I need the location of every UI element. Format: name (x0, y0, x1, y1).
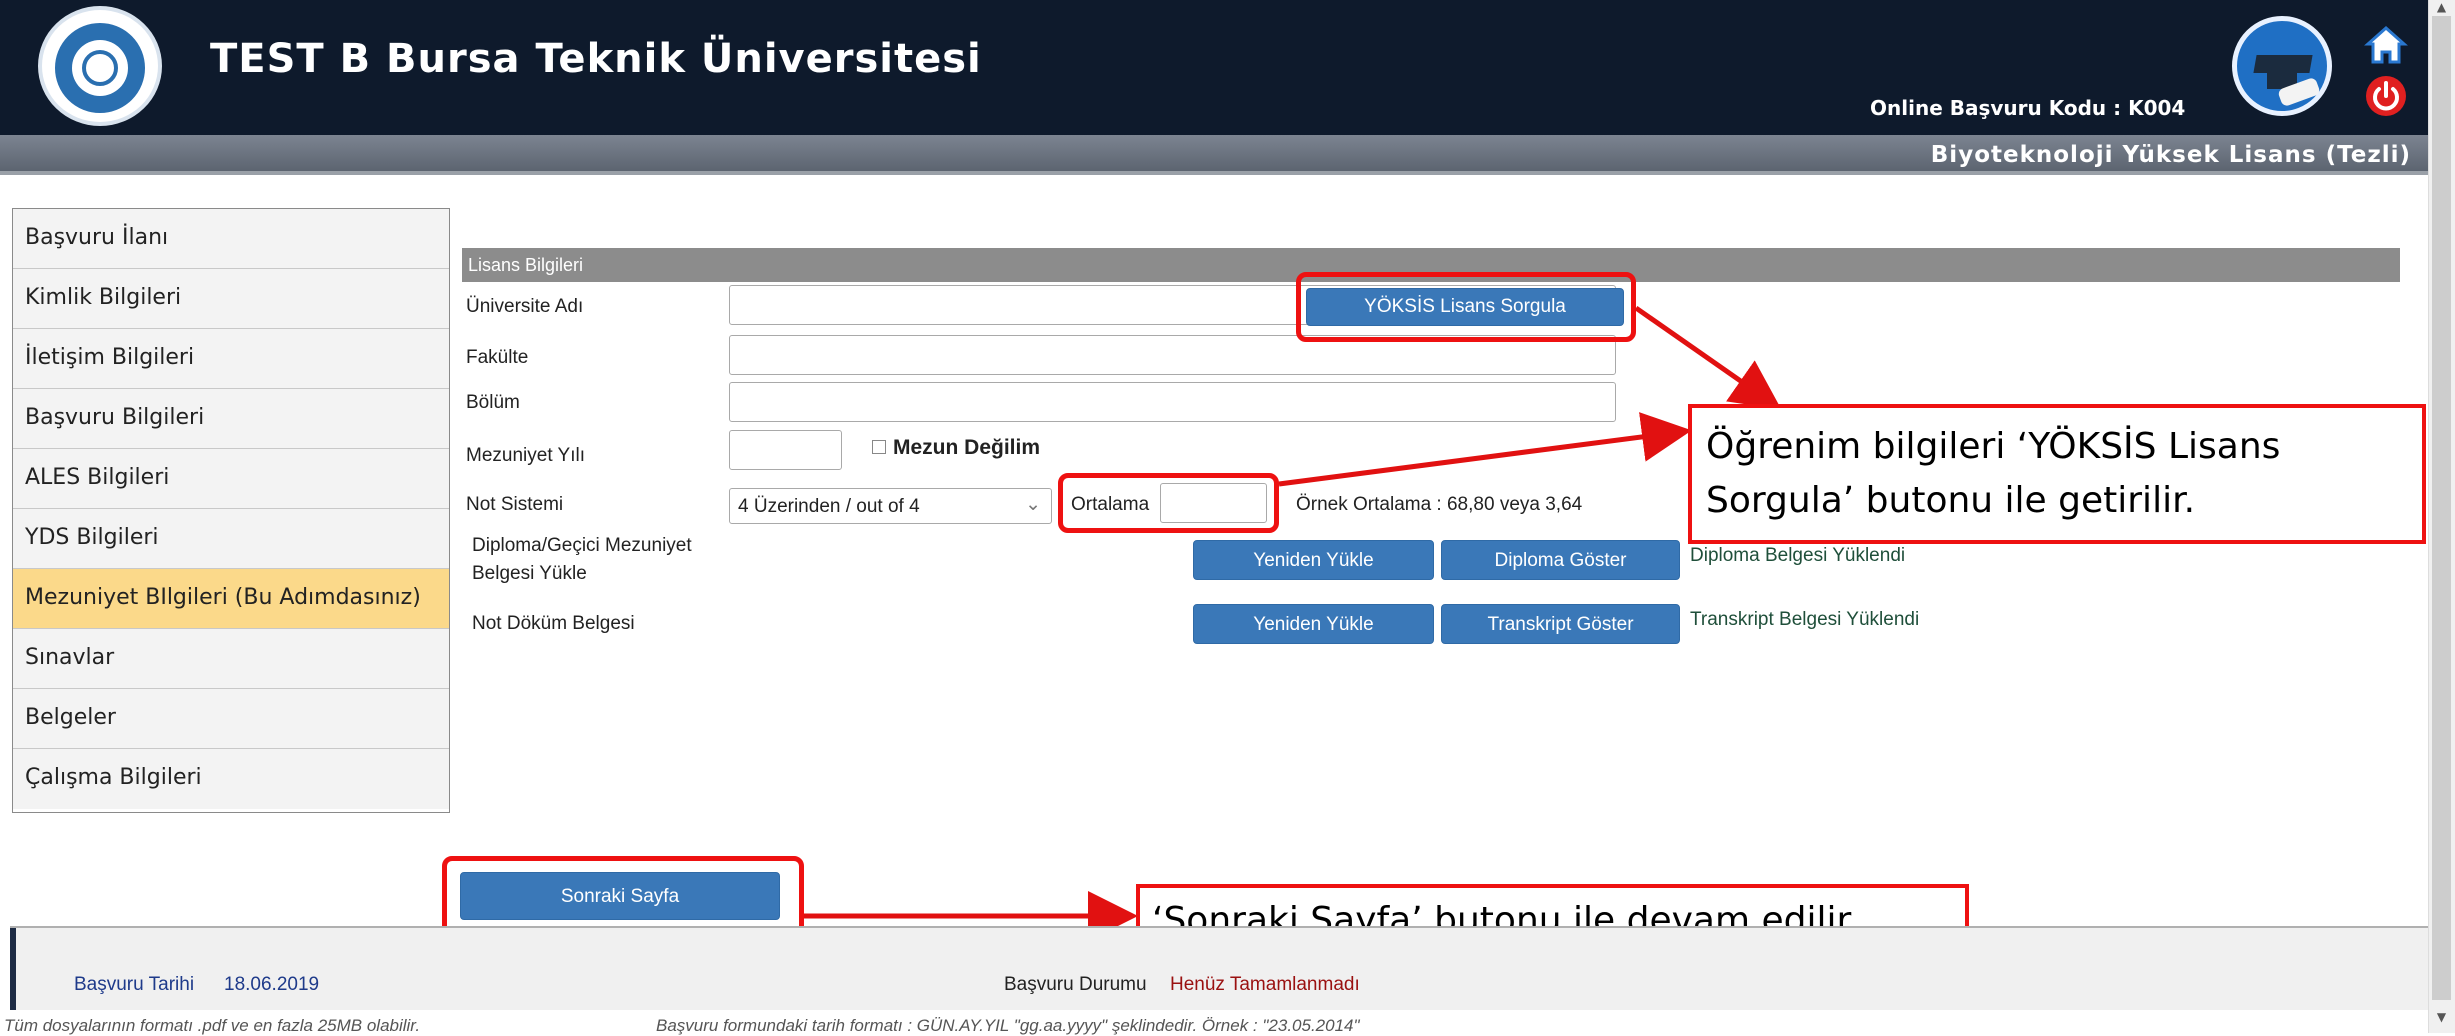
transcript-status: Transkript Belgesi Yüklendi (1690, 609, 1920, 630)
application-date-label: Başvuru Tarihi (74, 974, 195, 995)
yoksis-callout-line1: Öğrenim bilgileri ‘YÖKSİS Lisans (1706, 426, 2281, 467)
university-title: TEST B Bursa Teknik Üniversitesi (210, 36, 982, 82)
application-code: Online Başvuru Kodu : K004 (1870, 96, 2186, 120)
date-format-note: Başvuru formundaki tarih formatı : GÜN.A… (656, 1016, 1360, 1035)
application-status-label: Başvuru Durumu (1004, 974, 1147, 995)
sidebar-item-calisma[interactable]: Çalışma Bilgileri (13, 749, 449, 809)
diploma-show-button[interactable]: Diploma Göster (1441, 540, 1680, 580)
sidebar-item-kimlik[interactable]: Kimlik Bilgileri (13, 269, 449, 329)
yoksis-callout-line2: Sorgula’ butonu ile getirilir. (1706, 480, 2196, 521)
not-graduated-label: Mezun Değilim (893, 436, 1041, 459)
yoksis-highlight (1296, 272, 1636, 342)
sidebar-item-basvuru-ilani[interactable]: Başvuru İlanı (13, 209, 449, 269)
sidebar-item-basvuru-bilgileri[interactable]: Başvuru Bilgileri (13, 389, 449, 449)
sidebar-item-belgeler[interactable]: Belgeler (13, 689, 449, 749)
scroll-thumb[interactable] (2432, 16, 2451, 1000)
not-graduated-checkbox[interactable] (872, 440, 886, 454)
diploma-label-line1: Diploma/Geçici Mezuniyet (472, 535, 692, 556)
grade-system-label: Not Sistemi (466, 494, 564, 515)
application-date-value: 18.06.2019 (224, 974, 320, 995)
scroll-down-icon[interactable]: ▼ (2432, 1010, 2451, 1026)
graduation-cap-icon (2232, 16, 2332, 116)
university-label: Üniversite Adı (466, 296, 584, 317)
sidebar-item-ales[interactable]: ALES Bilgileri (13, 449, 449, 509)
footer (10, 928, 2428, 1010)
yoksis-callout: Öğrenim bilgileri ‘YÖKSİS Lisans Sorgula… (1688, 404, 2426, 544)
grad-year-label: Mezuniyet Yılı (466, 445, 585, 466)
faculty-label: Fakülte (466, 347, 529, 368)
sidebar-menu: Başvuru İlanı Kimlik Bilgileri İletişim … (12, 208, 450, 813)
average-highlight (1058, 473, 1279, 533)
power-icon[interactable] (2364, 74, 2408, 118)
transcript-show-button[interactable]: Transkript Göster (1441, 604, 1680, 644)
grade-system-select[interactable]: 4 Üzerinden / out of 4 ⌄ (729, 488, 1052, 524)
reupload-diploma-button[interactable]: Yeniden Yükle (1193, 540, 1434, 580)
grade-system-value: 4 Üzerinden / out of 4 (738, 496, 920, 517)
diploma-status: Diploma Belgesi Yüklendi (1690, 545, 1906, 566)
next-highlight (442, 856, 804, 936)
home-icon[interactable] (2364, 24, 2408, 68)
grad-year-input[interactable] (729, 430, 842, 470)
sidebar-item-yds[interactable]: YDS Bilgileri (13, 509, 449, 569)
university-logo (38, 6, 162, 126)
reupload-transcript-button[interactable]: Yeniden Yükle (1193, 604, 1434, 644)
application-status-value: Henüz Tamamlanmadı (1170, 974, 1360, 995)
file-format-note: Tüm dosyalarının formatı .pdf ve en fazl… (4, 1016, 421, 1035)
average-example: Örnek Ortalama : 68,80 veya 3,64 (1296, 494, 1583, 515)
sidebar-item-mezuniyet[interactable]: Mezuniyet BIlgileri (Bu Adımdasınız) (13, 569, 449, 629)
program-name: Biyoteknoloji Yüksek Lisans (Tezli) (1930, 142, 2411, 168)
sidebar-item-sinavlar[interactable]: Sınavlar (13, 629, 449, 689)
department-input[interactable] (729, 382, 1616, 422)
diploma-label-line2: Belgesi Yükle (472, 563, 587, 584)
department-label: Bölüm (466, 392, 520, 413)
transcript-label: Not Döküm Belgesi (472, 613, 635, 634)
status-bar: Tüm dosyalarının formatı .pdf ve en fazl… (0, 1016, 2428, 1035)
chevron-down-icon: ⌄ (1025, 494, 1041, 515)
scroll-up-icon[interactable]: ▲ (2432, 0, 2451, 16)
sidebar-item-iletisim[interactable]: İletişim Bilgileri (13, 329, 449, 389)
